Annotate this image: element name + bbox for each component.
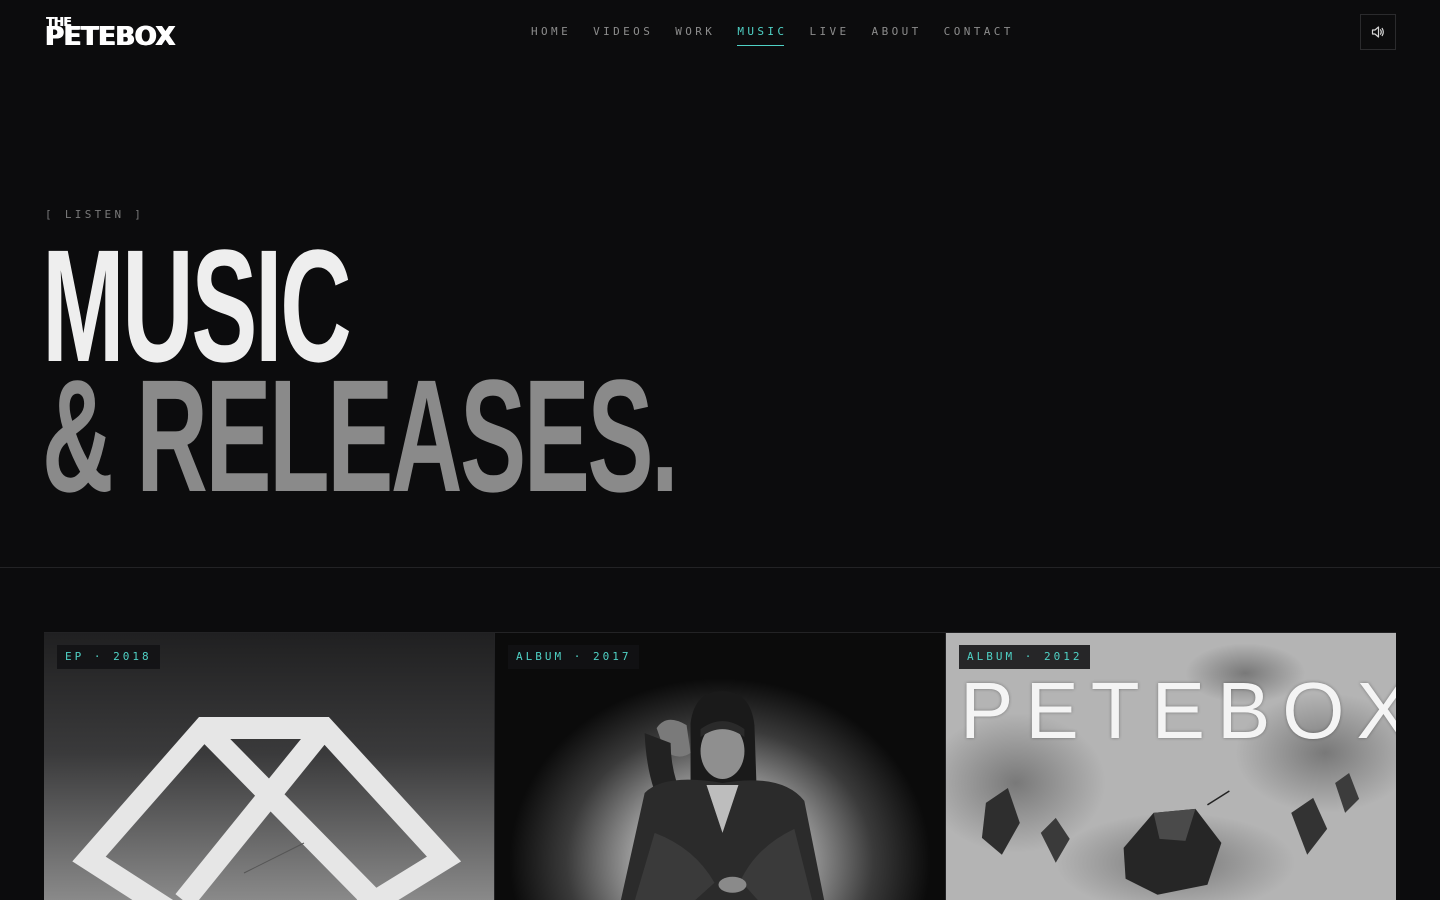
release-grid: EP · 2018 ALBUM · 2017 ALBUM · 2012 PETE…	[44, 632, 1396, 900]
site-header: THE PETEBOX HOME VIDEOS WORK MUSIC LIVE …	[0, 0, 1440, 64]
release-badge: EP · 2018	[57, 645, 160, 669]
album-cover-title: PETEBOX	[960, 666, 1396, 755]
release-badge: ALBUM · 2017	[508, 645, 640, 669]
release-card-album-2017[interactable]: ALBUM · 2017	[494, 633, 945, 900]
nav-item-videos[interactable]: VIDEOS	[593, 22, 653, 46]
nav-item-contact[interactable]: CONTACT	[944, 22, 1014, 46]
page-title-line-2: & RELEASES.	[42, 346, 679, 525]
site-logo[interactable]: THE PETEBOX	[45, 16, 195, 50]
nav-item-music[interactable]: MUSIC	[737, 22, 787, 46]
nav-item-about[interactable]: ABOUT	[872, 22, 922, 46]
hooded-figure-portrait	[620, 691, 825, 900]
release-card-ep-2018[interactable]: EP · 2018	[44, 633, 494, 900]
nav-item-home[interactable]: HOME	[531, 22, 571, 46]
speaker-icon	[1371, 26, 1384, 38]
sound-toggle-button[interactable]	[1360, 14, 1396, 50]
nav-item-work[interactable]: WORK	[675, 22, 715, 46]
release-badge: ALBUM · 2012	[959, 645, 1091, 669]
logo-wordmark: PETEBOX	[45, 22, 175, 52]
section-divider	[0, 567, 1440, 568]
nav-item-live[interactable]: LIVE	[809, 22, 849, 46]
release-card-album-2012[interactable]: ALBUM · 2012 PETEBOX	[945, 633, 1396, 900]
cube-outline-icon	[72, 717, 462, 900]
main-nav: HOME VIDEOS WORK MUSIC LIVE ABOUT CONTAC…	[531, 22, 1014, 46]
